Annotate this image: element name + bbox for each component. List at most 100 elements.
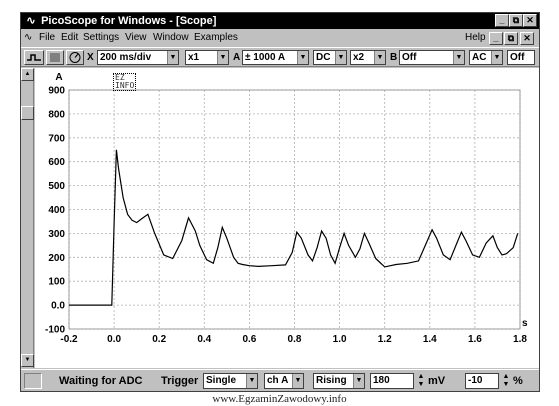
trigger-edge-select[interactable]: Rising ▼ [313,373,365,389]
trigger-level-unit: mV [428,375,446,387]
channel-a-multiplier-value: x2 [353,52,365,63]
trigger-mode-value: Single [206,375,237,386]
channel-a-trace [69,149,519,306]
child-restore-button[interactable]: ⧉ [504,32,518,45]
x-tick-label: 1.0 [333,334,347,345]
menu-examples[interactable]: Examples [194,30,238,46]
channel-b-range-select[interactable]: Off ▼ [399,50,465,65]
menu-window[interactable]: Window [153,30,189,46]
spin-up-icon[interactable]: ▲ [501,373,511,381]
trigger-mode-button[interactable] [66,50,84,65]
scroll-thumb[interactable] [21,106,34,120]
menu-view[interactable]: View [125,30,147,46]
channel-a-coupling-value: DC [316,52,331,63]
trigger-level-input[interactable]: 180 [370,373,414,389]
x-multiplier-value: x1 [188,52,200,63]
trigger-label: Trigger [161,375,199,387]
chevron-down-icon: ▼ [353,374,364,388]
channel-b-label: B [390,52,398,63]
x-tick-label: 1.8 [513,334,527,345]
channel-b-extra-value: Off [510,52,525,63]
app-icon: ∿ [26,15,36,27]
y-tick-label: 800 [48,109,65,120]
y-tick-label: 500 [48,181,65,192]
x-tick-label: 0.0 [107,334,121,345]
child-window-icon[interactable]: ∿ [24,30,32,46]
y-tick-label: -100 [45,325,65,336]
trigger-delay-spinner[interactable]: ▲ ▼ [501,373,511,389]
y-tick-label: 900 [48,86,65,97]
trigger-delay-unit: % [513,375,523,387]
watermark-text: www.EgzaminZawodowy.info [212,393,347,405]
y-tick-label: 100 [48,277,65,288]
x-axis-label: s [522,318,528,329]
trigger-edge-value: Rising [316,375,347,386]
x-tick-label: 0.4 [197,334,211,345]
chevron-down-icon: ▼ [246,374,257,388]
channel-a-range-select[interactable]: ± 1000 A ▼ [242,50,309,65]
trigger-channel-value: ch A [267,375,289,386]
menu-edit[interactable]: Edit [61,30,78,46]
status-bar: Waiting for ADC Trigger Single ▼ ch A ▼ Ri… [21,369,539,391]
trigger-level-value: 180 [373,375,390,386]
x-tick-label: 0.2 [152,334,166,345]
trigger-delay-input[interactable]: -10 [465,373,499,389]
menu-help[interactable]: Help [465,30,486,46]
minimize-button[interactable]: _ [495,14,509,27]
x-tick-label: 1.4 [423,334,437,345]
chevron-down-icon: ▼ [292,374,303,388]
chevron-down-icon: ▼ [491,51,502,64]
timebase-select[interactable]: 200 ms/div ▼ [97,50,179,65]
meter-mode-button[interactable] [46,50,64,65]
menu-settings[interactable]: Settings [83,30,119,46]
spin-down-icon[interactable]: ▼ [501,381,511,389]
x-tick-label: 0.6 [242,334,256,345]
channel-a-coupling-select[interactable]: DC ▼ [313,50,347,65]
y-tick-label: 400 [48,205,65,216]
scroll-down-icon[interactable]: ▼ [21,354,34,367]
x-label: X [87,52,94,63]
status-indicator [24,373,42,389]
vertical-scrollbar[interactable]: ▲ ▼ [21,68,34,368]
scope-chart: -0.2 0.0 0.2 0.4 0.6 0.8 1.0 1.2 1.4 1.6 1.8 -100 0.… [45,72,528,345]
chevron-down-icon: ▼ [167,51,178,64]
x-tick-label: -0.2 [60,334,78,345]
spin-down-icon[interactable]: ▼ [416,381,426,389]
scope-mode-button[interactable] [24,50,44,65]
channel-a-multiplier-select[interactable]: x2 ▼ [350,50,386,65]
status-text: Waiting for ADC [59,375,143,387]
menu-file[interactable]: File [39,30,55,46]
meter-icon [50,53,60,62]
y-axis-label: A [55,72,62,83]
trigger-channel-select[interactable]: ch A ▼ [264,373,304,389]
x-tick-label: 0.8 [288,334,302,345]
timebase-value: 200 ms/div [100,52,152,63]
scroll-up-icon[interactable]: ▲ [21,68,34,81]
spin-up-icon[interactable]: ▲ [416,373,426,381]
chevron-down-icon: ▼ [297,51,308,64]
y-tick-label: 200 [48,253,65,264]
x-multiplier-select[interactable]: x1 ▼ [185,50,229,65]
info-badge: EZ INFO [113,73,137,91]
close-button[interactable]: ✕ [523,14,537,27]
channel-b-range-value: Off [402,52,417,63]
trigger-mode-select[interactable]: Single ▼ [203,373,258,389]
y-tick-label: 600 [48,157,65,168]
channel-b-extra-field[interactable]: Off [507,50,535,65]
trigger-delay-value: -10 [468,375,483,386]
chevron-down-icon: ▼ [453,51,464,64]
chevron-down-icon: ▼ [374,51,385,64]
window-title: PicoScope for Windows - [Scope] [41,15,217,27]
trigger-level-spinner[interactable]: ▲ ▼ [416,373,426,389]
scope-plot: -0.2 0.0 0.2 0.4 0.6 0.8 1.0 1.2 1.4 1.6 1.8 -100 0.… [35,68,539,368]
y-tick-label: 300 [48,229,65,240]
toolbar: X 200 ms/div ▼ x1 ▼ A ± 1000 A ▼ DC ▼ x2 ▼ B … [21,47,539,67]
clock-icon [69,52,81,63]
restore-button[interactable]: ⧉ [509,14,523,27]
child-minimize-button[interactable]: _ [489,32,503,45]
child-close-button[interactable]: ✕ [520,32,534,45]
picoscope-window: ∿ PicoScope for Windows - [Scope] _ ⧉ ✕ … [20,12,540,392]
channel-b-coupling-select[interactable]: AC ▼ [469,50,503,65]
x-tick-label: 1.6 [468,334,482,345]
chevron-down-icon: ▼ [335,51,346,64]
